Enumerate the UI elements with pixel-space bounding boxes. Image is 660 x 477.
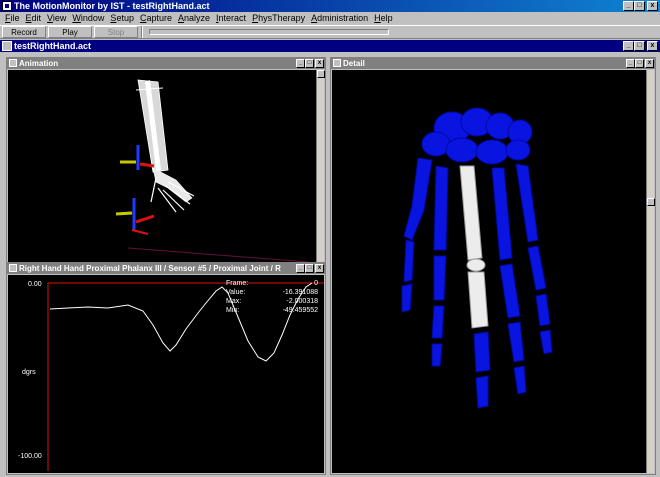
record-button[interactable]: Record: [2, 26, 46, 38]
animation-maximize-button[interactable]: □: [305, 59, 314, 68]
detail-minimize-button[interactable]: _: [626, 59, 635, 68]
animation-title-bar[interactable]: Animation _ □ x: [7, 58, 325, 69]
stat-value-label: Value:: [226, 289, 245, 296]
doc-minimize-button[interactable]: _: [623, 41, 634, 51]
animation-minimize-button[interactable]: _: [296, 59, 305, 68]
graph-title: Right Hand Hand Proximal Phalanx III / S…: [19, 264, 281, 273]
menu-interact[interactable]: Interact: [213, 12, 249, 25]
stat-min-label: Min:: [226, 307, 239, 314]
doc-maximize-button[interactable]: □: [634, 41, 645, 51]
menu-administration[interactable]: Administration: [308, 12, 371, 25]
doc-close-button[interactable]: x: [647, 41, 658, 51]
animation-title: Animation: [19, 59, 59, 68]
graph-y-unit-label: dgrs: [22, 369, 36, 376]
detail-title: Detail: [343, 59, 365, 68]
stat-frame-label: Frame:: [226, 280, 248, 287]
graph-y-min-label: -100.00: [18, 453, 42, 460]
document-title: testRightHand.act: [14, 41, 92, 51]
playback-slider[interactable]: [149, 29, 389, 35]
graph-stats: Frame: 0 Value: -16.391088 Max: -2.00031…: [226, 280, 318, 314]
detail-scroll-thumb[interactable]: [647, 198, 655, 206]
document-icon[interactable]: [2, 41, 12, 51]
animation-panel-icon[interactable]: [9, 59, 17, 67]
animation-scrollbar[interactable]: [316, 70, 325, 263]
detail-panel-icon[interactable]: [333, 59, 341, 67]
toolbar-separator: [141, 26, 143, 38]
close-button[interactable]: x: [647, 1, 658, 11]
graph-title-bar[interactable]: Right Hand Hand Proximal Phalanx III / S…: [7, 263, 325, 274]
app-title: The MotionMonitor by IST - testRightHand…: [14, 1, 210, 11]
joint-angle-graph: 0.00 dgrs -100.00 Frame: 0 Value: -16.39…: [18, 280, 324, 471]
detail-maximize-button[interactable]: □: [635, 59, 644, 68]
toolbar: Record Play Stop: [0, 25, 660, 39]
detail-scrollbar[interactable]: [646, 70, 655, 473]
graph-series-line: [49, 282, 313, 362]
detail-title-bar[interactable]: Detail _ □ x: [331, 58, 655, 69]
menu-phystherapy[interactable]: PhysTherapy: [249, 12, 308, 25]
graph-panel: Right Hand Hand Proximal Phalanx III / S…: [6, 262, 326, 475]
graph-viewport[interactable]: 0.00 dgrs -100.00 Frame: 0 Value: -16.39…: [8, 275, 324, 473]
document-window: testRightHand.act _ □ x Animation _ □ x: [0, 40, 660, 477]
graph-minimize-button[interactable]: _: [296, 264, 305, 273]
main-window: The MotionMonitor by IST - testRightHand…: [0, 0, 660, 477]
detail-panel: Detail _ □ x: [330, 57, 656, 475]
graph-close-button[interactable]: x: [315, 264, 324, 273]
stat-min-value: -49.459552: [283, 307, 319, 314]
maximize-button[interactable]: □: [634, 1, 645, 11]
app-icon[interactable]: [2, 1, 12, 11]
detail-close-button[interactable]: x: [645, 59, 654, 68]
menu-bar: File Edit View Window Setup Capture Anal…: [0, 12, 660, 25]
menu-window[interactable]: Window: [69, 12, 107, 25]
document-title-bar[interactable]: testRightHand.act _ □ x: [0, 40, 660, 52]
menu-analyze[interactable]: Analyze: [175, 12, 213, 25]
stat-max-value: -2.000318: [286, 298, 318, 305]
highlighted-finger: [459, 165, 489, 329]
detail-viewport[interactable]: [332, 70, 646, 473]
graph-panel-icon[interactable]: [9, 264, 17, 272]
menu-setup[interactable]: Setup: [107, 12, 137, 25]
minimize-button[interactable]: _: [623, 1, 634, 11]
sensor-axes-lower: [115, 198, 155, 235]
graph-maximize-button[interactable]: □: [305, 264, 314, 273]
menu-edit[interactable]: Edit: [23, 12, 45, 25]
play-button[interactable]: Play: [48, 26, 92, 38]
app-title-bar[interactable]: The MotionMonitor by IST - testRightHand…: [0, 0, 660, 12]
stat-max-label: Max:: [226, 298, 241, 305]
animation-panel: Animation _ □ x: [6, 57, 326, 265]
menu-capture[interactable]: Capture: [137, 12, 175, 25]
arm-skeleton-render: [115, 79, 309, 263]
animation-scroll-thumb[interactable]: [317, 70, 325, 78]
stat-frame-value: 0: [314, 280, 318, 287]
animation-viewport[interactable]: [8, 70, 316, 263]
menu-help[interactable]: Help: [371, 12, 396, 25]
stop-button[interactable]: Stop: [94, 26, 138, 38]
animation-close-button[interactable]: x: [315, 59, 324, 68]
stat-value-value: -16.391088: [283, 289, 319, 296]
menu-file[interactable]: File: [2, 12, 23, 25]
menu-view[interactable]: View: [44, 12, 69, 25]
hand-skeleton-render: [401, 107, 553, 409]
graph-y-max-label: 0.00: [28, 281, 42, 288]
